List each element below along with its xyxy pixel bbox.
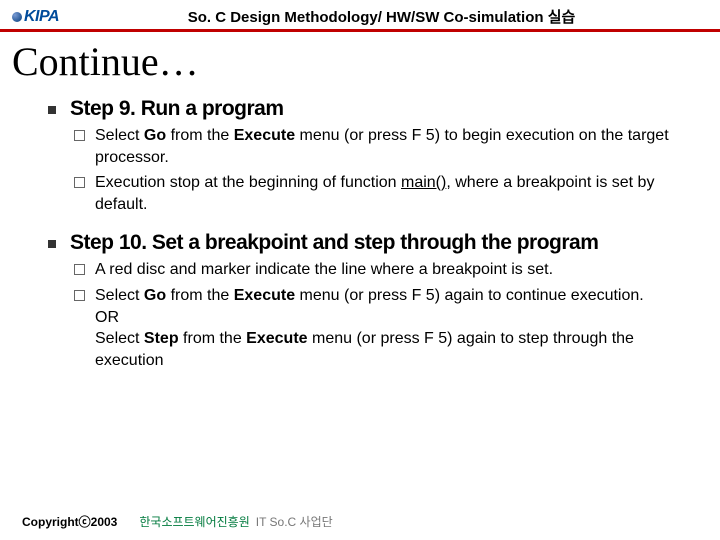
list-item: A red disc and marker indicate the line … bbox=[74, 259, 690, 281]
step-10-heading: Step 10. Set a breakpoint and step throu… bbox=[48, 231, 690, 255]
list-item: Select Go from the Execute menu (or pres… bbox=[74, 285, 690, 371]
list-item: Execution stop at the beginning of funct… bbox=[74, 172, 690, 215]
step-title: Step 10. Set a breakpoint and step throu… bbox=[70, 231, 598, 255]
footer-sub: IT So.C 사업단 bbox=[256, 513, 333, 530]
sub-text: Select Go from the Execute menu (or pres… bbox=[95, 285, 690, 371]
copyright-text: Copyrightⓒ2003 bbox=[22, 513, 117, 530]
bullet-open-box-icon bbox=[74, 177, 85, 188]
bullet-square-icon bbox=[48, 240, 56, 248]
footer-org: 한국소프트웨어진흥원 bbox=[139, 513, 249, 530]
header-title: So. C Design Methodology/ HW/SW Co-simul… bbox=[59, 6, 704, 27]
sub-text: A red disc and marker indicate the line … bbox=[95, 259, 553, 281]
step-10-subitems: A red disc and marker indicate the line … bbox=[48, 259, 690, 371]
step-9-heading: Step 9. Run a program bbox=[48, 97, 690, 121]
footer-bar: Copyrightⓒ2003 한국소프트웨어진흥원 IT So.C 사업단 bbox=[0, 513, 720, 530]
sub-text: Select Go from the Execute menu (or pres… bbox=[95, 125, 690, 168]
bullet-open-box-icon bbox=[74, 264, 85, 275]
list-item: Select Go from the Execute menu (or pres… bbox=[74, 125, 690, 168]
logo-orb-icon bbox=[12, 12, 22, 22]
bullet-open-box-icon bbox=[74, 290, 85, 301]
bullet-open-box-icon bbox=[74, 130, 85, 141]
bullet-square-icon bbox=[48, 106, 56, 114]
content-area: Step 9. Run a program Select Go from the… bbox=[0, 97, 720, 371]
step-title: Step 9. Run a program bbox=[70, 97, 284, 121]
slide-title: Continue… bbox=[0, 32, 720, 97]
kipa-logo: KIPA bbox=[12, 8, 59, 26]
logo-text: KIPA bbox=[24, 8, 59, 26]
header-bar: KIPA So. C Design Methodology/ HW/SW Co-… bbox=[0, 0, 720, 32]
step-9-subitems: Select Go from the Execute menu (or pres… bbox=[48, 125, 690, 215]
sub-text: Execution stop at the beginning of funct… bbox=[95, 172, 690, 215]
